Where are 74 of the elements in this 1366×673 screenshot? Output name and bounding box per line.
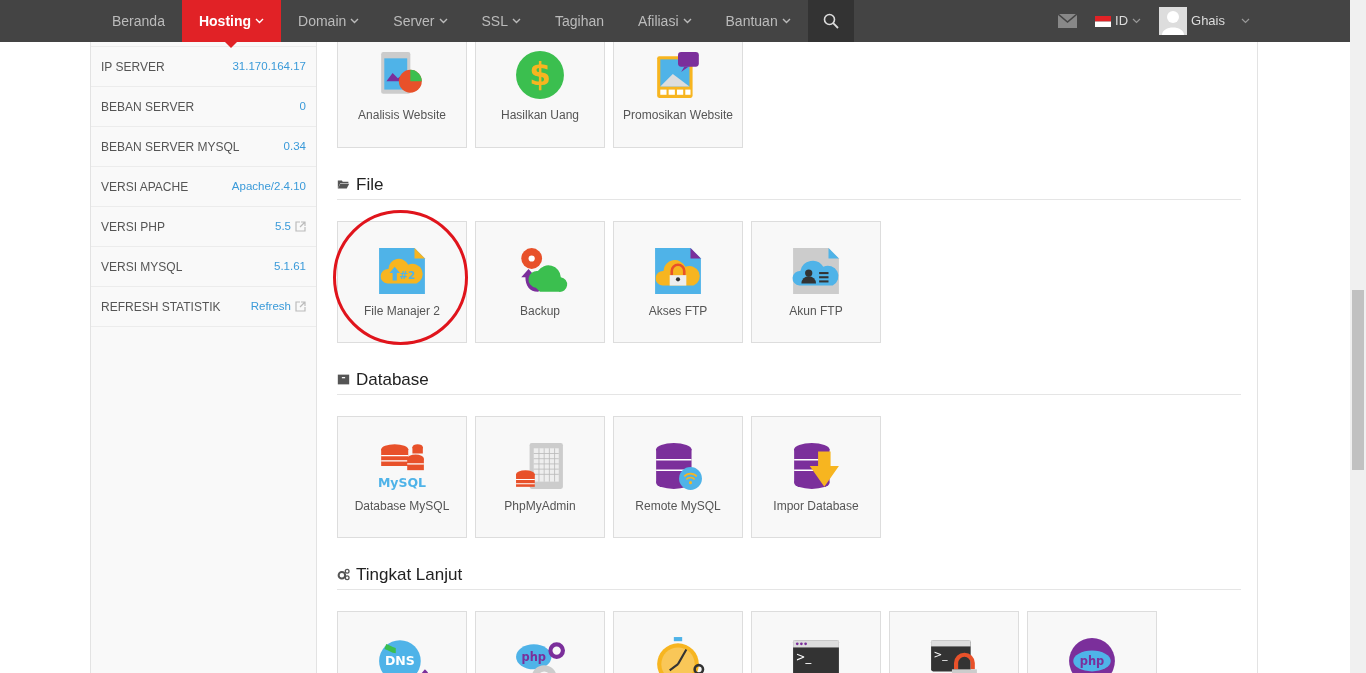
user-name[interactable]: Ghais (1191, 11, 1225, 31)
avatar-icon[interactable] (1159, 7, 1188, 35)
stat-value: 31.170.164.17 (232, 58, 306, 74)
stat-value: 0.34 (283, 138, 306, 154)
nav-tab[interactable]: Afiliasi (621, 0, 709, 42)
nav-tab[interactable]: Domain (281, 0, 377, 42)
app-tile[interactable]: Remote MySQL (613, 416, 743, 538)
stat-label: BEBAN SERVER (101, 98, 195, 116)
app-tile[interactable]: Backup (475, 221, 605, 343)
mail-icon[interactable] (1058, 14, 1078, 28)
gears-icon (337, 568, 350, 581)
php-gears-icon (516, 642, 565, 673)
icon-text: >_ (795, 650, 812, 664)
globe-pencil-icon (379, 640, 429, 673)
database-download-icon (793, 443, 839, 489)
icon-text: #2 (399, 269, 416, 282)
app-tile[interactable]: Promosikan Website (613, 42, 743, 148)
app-tile[interactable]: Akses FTP (613, 221, 743, 343)
icon-text: MySQL (377, 474, 427, 490)
cloud-lock-file-icon (655, 248, 701, 294)
section-title: Tingkat Lanjut (356, 563, 463, 586)
nav-tab[interactable]: Bantuan (708, 0, 808, 42)
icon-text: $ (529, 56, 551, 93)
chevron-icon (1241, 18, 1250, 24)
app-tile[interactable]: Analisis Website (337, 42, 467, 148)
cloud-backup-icon (521, 248, 568, 292)
nav-tab[interactable]: SSL (464, 0, 538, 42)
nav-tab[interactable]: Server (376, 0, 465, 42)
icon-text: php (521, 650, 546, 664)
app-tile[interactable]: MySQL Database MySQL (337, 416, 467, 538)
search-button[interactable] (807, 0, 854, 42)
stat-label: VERSI MYSQL (101, 258, 183, 276)
app-tile[interactable]: >_ (751, 611, 881, 673)
section-title: File (356, 173, 384, 196)
cloud-upload-file-icon (379, 248, 425, 294)
stat-label: VERSI PHP (101, 218, 166, 236)
nav-tab[interactable]: Tagihan (538, 0, 622, 42)
app-tile[interactable]: Akun FTP (751, 221, 881, 343)
icon-text: php (1079, 654, 1105, 669)
archive-box-icon (337, 373, 350, 386)
php-logo-icon (1069, 638, 1115, 673)
database-table-icon (515, 443, 563, 489)
section-title: Database (356, 368, 429, 391)
search-icon (822, 13, 839, 29)
language-selector[interactable]: ID (1095, 11, 1142, 31)
terminal-window-icon (793, 640, 839, 673)
stopwatch-icon (657, 637, 705, 673)
dollar-coin-icon (516, 51, 564, 99)
folder-icon (337, 178, 350, 191)
terminal-lock-icon (931, 640, 977, 673)
stat-label: VERSI APACHE (101, 178, 189, 196)
app-tile[interactable]: Impor Database (751, 416, 881, 538)
cloud-user-file-icon (792, 248, 839, 294)
stat-label: IP SERVER (101, 58, 165, 76)
stat-value: Apache/2.4.10 (231, 178, 306, 194)
scrollbar[interactable] (1350, 0, 1366, 673)
app-tile[interactable]: $ Hasilkan Uang (475, 42, 605, 148)
app-tile[interactable]: PhpMyAdmin (475, 416, 605, 538)
stat-value: 0 (299, 98, 306, 114)
flag-icon (1095, 15, 1112, 27)
stat-label: REFRESH STATISTIK (101, 298, 221, 316)
scrollbar-thumb[interactable] (1352, 290, 1364, 470)
chevron-icon (1132, 18, 1142, 24)
icon-text: DNS (385, 653, 415, 669)
stat-value: 5.1.61 (274, 258, 306, 274)
app-tile[interactable]: >_ (889, 611, 1019, 673)
stat-label: BEBAN SERVER MYSQL (101, 138, 240, 156)
database-wifi-icon (655, 443, 702, 490)
chart-document-icon (381, 52, 422, 94)
image-chat-icon (657, 52, 699, 98)
icon-text: >_ (933, 647, 948, 660)
app-tile[interactable]: #2 File Manajer 2 (337, 221, 467, 343)
nav-tab[interactable]: Beranda (95, 0, 182, 42)
database-stack-icon (380, 444, 425, 471)
